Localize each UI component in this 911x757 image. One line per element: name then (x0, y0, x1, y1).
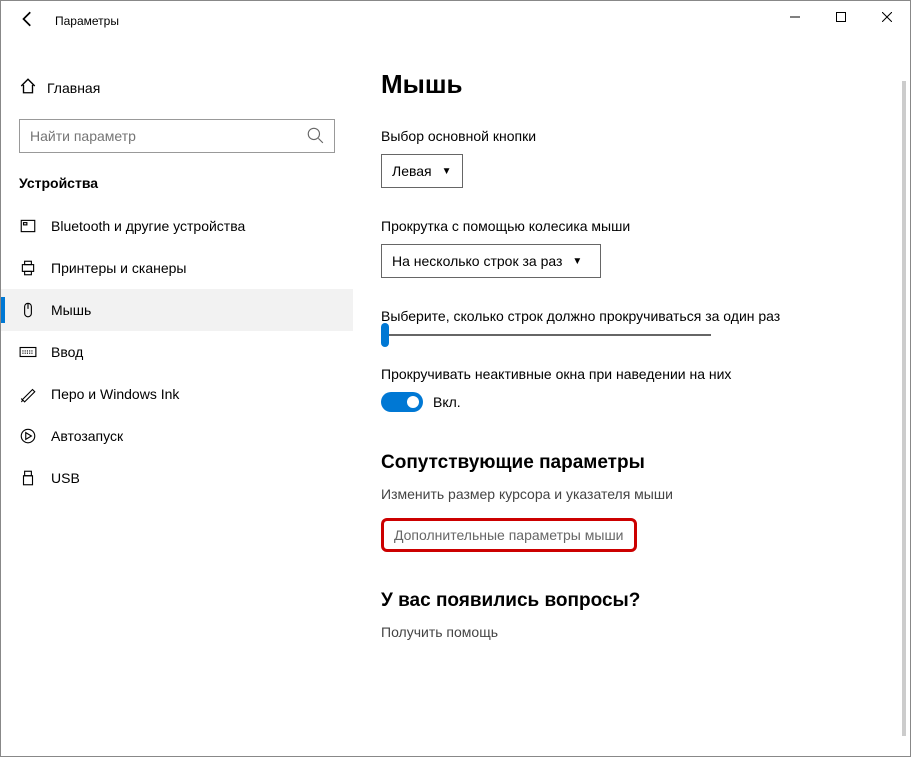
page-title: Мышь (381, 69, 890, 100)
mouse-icon (19, 301, 51, 319)
scroll-lines-label: Выберите, сколько строк должно прокручив… (381, 308, 890, 324)
toggle-knob (407, 396, 419, 408)
questions-header: У вас появились вопросы? (381, 590, 890, 612)
keyboard-icon (19, 343, 51, 361)
window-title: Параметры (55, 14, 119, 28)
body-area: Главная Устройства Bluetooth и другие ус… (1, 41, 910, 756)
sidebar-item-label: USB (51, 470, 80, 486)
vertical-scrollbar[interactable] (902, 81, 906, 736)
link-advanced-highlight: Дополнительные параметры мыши (381, 518, 637, 552)
related-settings-header: Сопутствующие параметры (381, 452, 890, 474)
window-controls (772, 1, 910, 37)
link-advanced-mouse-settings[interactable]: Дополнительные параметры мыши (394, 527, 624, 543)
sidebar-category-header: Устройства (1, 175, 353, 205)
back-button[interactable] (19, 10, 39, 33)
autoplay-icon (19, 427, 51, 445)
search-icon (306, 126, 324, 147)
sidebar-item-mouse[interactable]: Мышь (1, 289, 353, 331)
inactive-scroll-toggle[interactable] (381, 392, 423, 412)
link-cursor-size[interactable]: Изменить размер курсора и указателя мыши (381, 486, 673, 502)
close-button[interactable] (864, 1, 910, 33)
search-box[interactable] (19, 119, 335, 153)
sidebar-item-label: Bluetooth и другие устройства (51, 218, 245, 234)
maximize-button[interactable] (818, 1, 864, 33)
sidebar-item-bluetooth[interactable]: Bluetooth и другие устройства (1, 205, 353, 247)
sidebar-item-label: Мышь (51, 302, 91, 318)
dropdown-value: Левая (392, 163, 432, 179)
home-label: Главная (47, 80, 100, 96)
chevron-down-icon: ▼ (442, 166, 452, 177)
settings-window: Параметры Главная Устройства (0, 0, 911, 757)
sidebar-item-printers[interactable]: Принтеры и сканеры (1, 247, 353, 289)
inactive-scroll-toggle-row: Вкл. (381, 392, 890, 412)
sidebar: Главная Устройства Bluetooth и другие ус… (1, 41, 353, 756)
minimize-button[interactable] (772, 1, 818, 33)
bluetooth-icon (19, 217, 51, 235)
printer-icon (19, 259, 51, 277)
sidebar-item-typing[interactable]: Ввод (1, 331, 353, 373)
scroll-mode-label: Прокрутка с помощью колесика мыши (381, 218, 890, 234)
dropdown-value: На несколько строк за раз (392, 253, 562, 269)
pen-icon (19, 385, 51, 403)
scroll-lines-slider[interactable] (381, 334, 711, 336)
home-icon (19, 77, 47, 99)
usb-icon (19, 469, 51, 487)
titlebar: Параметры (1, 1, 910, 41)
slider-thumb[interactable] (381, 323, 389, 347)
sidebar-item-label: Принтеры и сканеры (51, 260, 186, 276)
sidebar-item-label: Перо и Windows Ink (51, 386, 179, 402)
chevron-down-icon: ▼ (572, 256, 582, 267)
home-link[interactable]: Главная (1, 69, 353, 107)
search-input[interactable] (30, 128, 306, 144)
sidebar-item-usb[interactable]: USB (1, 457, 353, 499)
scroll-lines-slider-wrap (381, 334, 890, 336)
sidebar-item-pen[interactable]: Перо и Windows Ink (1, 373, 353, 415)
main-content: Мышь Выбор основной кнопки Левая ▼ Прокр… (353, 41, 910, 756)
primary-button-dropdown[interactable]: Левая ▼ (381, 154, 463, 188)
link-get-help[interactable]: Получить помощь (381, 624, 498, 640)
sidebar-item-label: Ввод (51, 344, 83, 360)
primary-button-label: Выбор основной кнопки (381, 128, 890, 144)
scroll-mode-dropdown[interactable]: На несколько строк за раз ▼ (381, 244, 601, 278)
sidebar-item-label: Автозапуск (51, 428, 123, 444)
inactive-scroll-label: Прокручивать неактивные окна при наведен… (381, 366, 890, 382)
toggle-state-text: Вкл. (433, 394, 461, 410)
sidebar-item-autoplay[interactable]: Автозапуск (1, 415, 353, 457)
